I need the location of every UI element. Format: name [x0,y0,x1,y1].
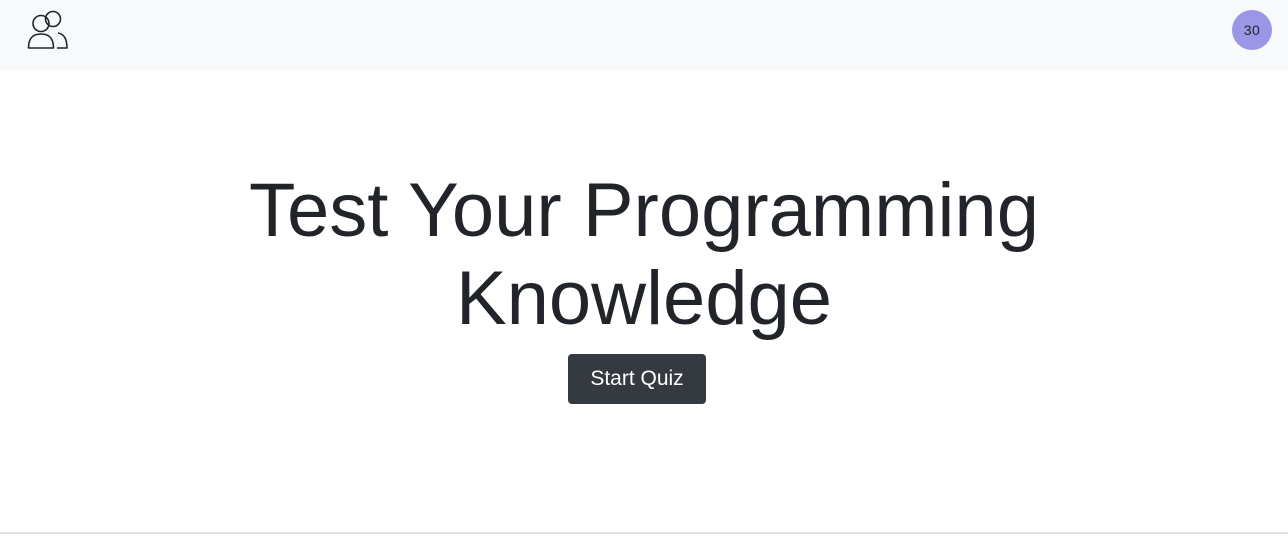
avatar[interactable]: 30 [1232,10,1272,50]
hero-section: Test Your Programming Knowledge Start Qu… [0,70,1288,532]
users-icon[interactable] [27,10,69,50]
footer-divider [0,532,1288,534]
navbar: 30 [0,0,1288,70]
page-title-line-2: Knowledge [455,256,833,341]
page-title: Test Your Programming Knowledge [0,167,1288,343]
page-title-line-1: Test Your Programming [249,168,1039,253]
start-quiz-button[interactable]: Start Quiz [568,354,706,404]
